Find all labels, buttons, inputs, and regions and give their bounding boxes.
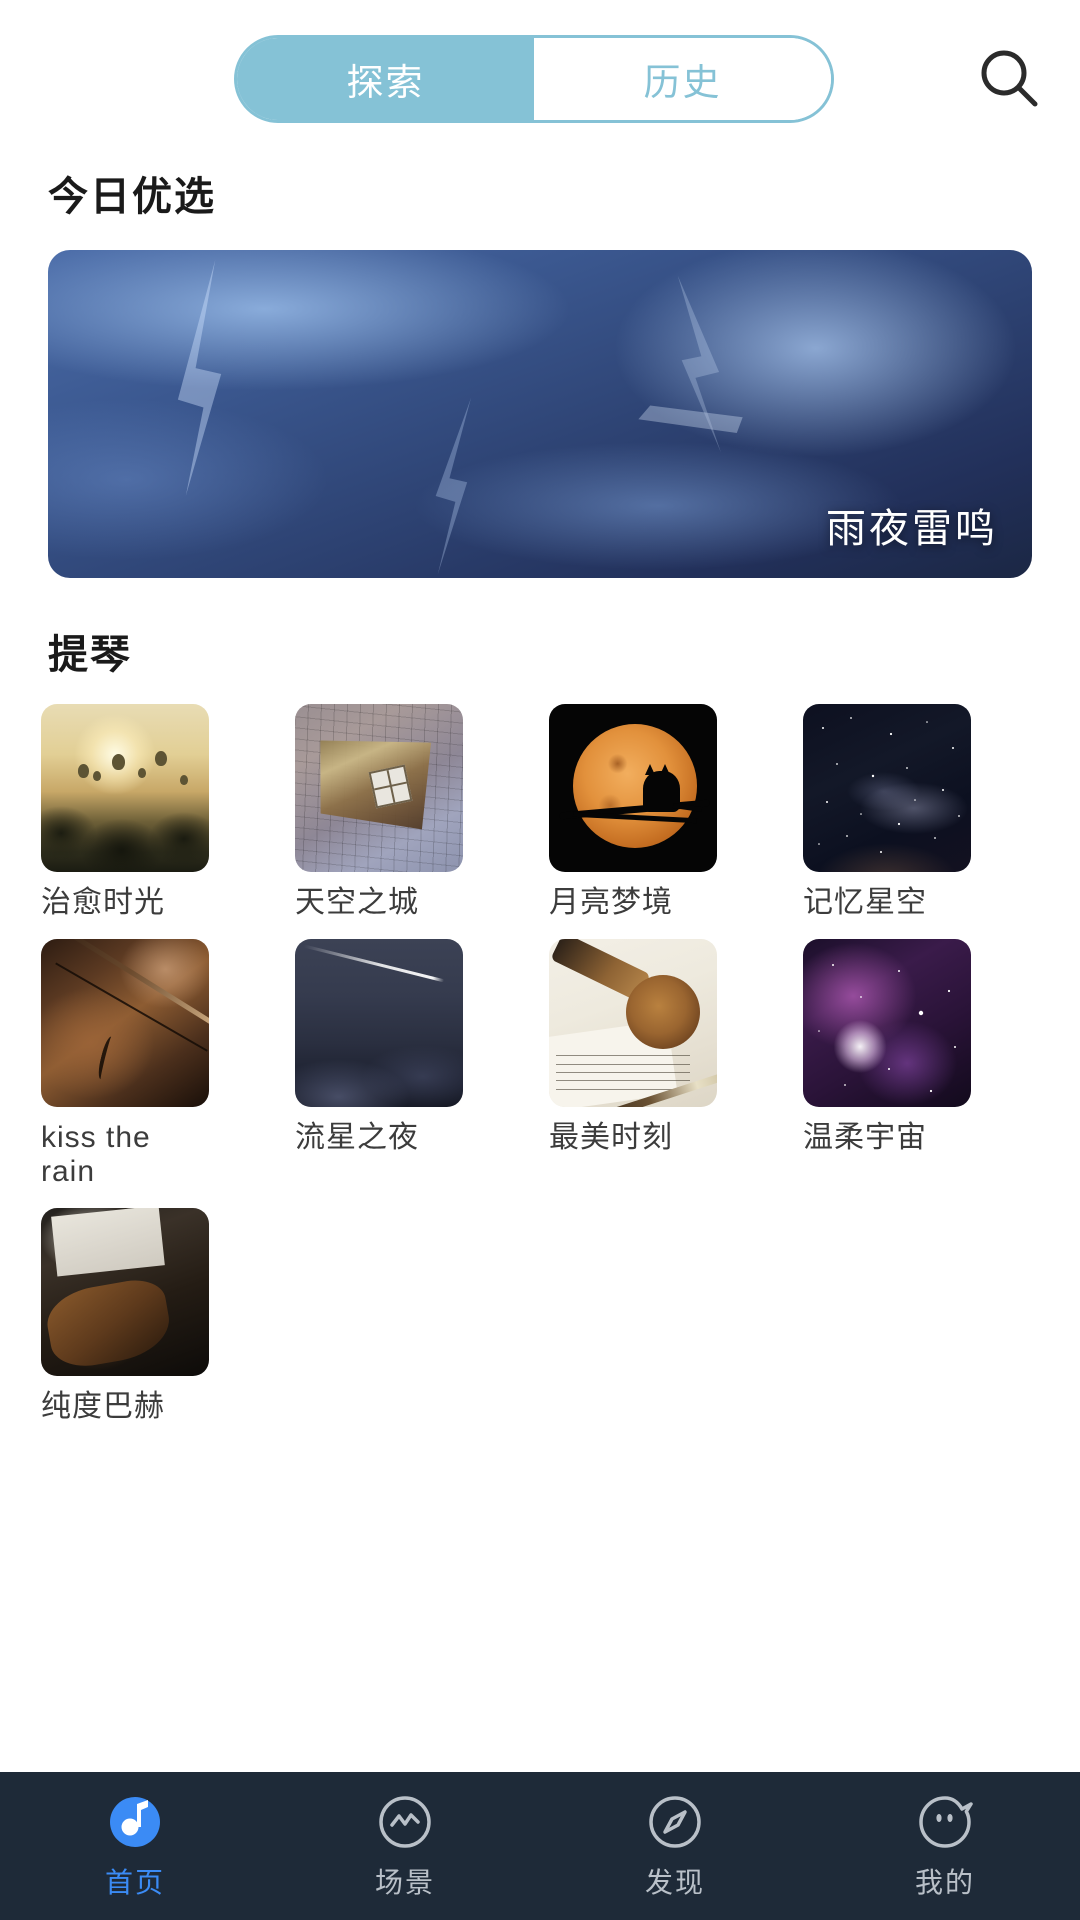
nav-item-scenes[interactable]: 场景: [270, 1791, 540, 1901]
grid-item[interactable]: 月亮梦境: [549, 704, 717, 921]
thumbnail-purple-nebula: [803, 938, 971, 1107]
nav-item-discover[interactable]: 发现: [540, 1791, 810, 1901]
grid-item-label: 月亮梦境: [549, 886, 673, 919]
grid-item[interactable]: 天空之城: [295, 704, 463, 921]
grid-item[interactable]: 纯度巴赫: [41, 1207, 209, 1425]
grid-item-label: 温柔宇宙: [803, 1120, 927, 1154]
grid-item-label: 纯度巴赫: [41, 1389, 165, 1423]
grid-item-label: 流星之夜: [295, 1120, 419, 1154]
grid-item-label: 记忆星空: [803, 886, 927, 919]
nav-item-profile[interactable]: 我的: [810, 1791, 1080, 1901]
nav-item-discover-label: 发现: [644, 1867, 705, 1898]
grid-item[interactable]: kiss the rain: [41, 938, 209, 1190]
grid-item[interactable]: 流星之夜: [295, 938, 463, 1190]
violin-grid: 治愈时光 天空之城 月亮梦境 记忆星空 kiss the rain 流星之夜 最…: [0, 680, 1080, 1424]
thumbnail-meteor-night: [295, 938, 463, 1107]
wave-circle-icon: [379, 1796, 431, 1848]
thumbnail-milky-way: [803, 704, 971, 872]
grid-item[interactable]: 记忆星空: [803, 704, 971, 921]
thumbnail-violin-scroll-sheet: [549, 938, 717, 1107]
thumbnail-sunrise-balloons: [41, 704, 209, 872]
compass-icon: [649, 1796, 701, 1848]
tab-explore[interactable]: 探索: [237, 38, 534, 120]
grid-item[interactable]: 温柔宇宙: [803, 938, 971, 1190]
nav-item-profile-label: 我的: [914, 1867, 975, 1898]
grid-item-label: kiss the rain: [41, 1120, 151, 1189]
search-button[interactable]: [968, 38, 1050, 120]
section-title-today: 今日优选: [48, 175, 216, 219]
stars-icon: [818, 717, 960, 853]
grid-item-label: 治愈时光: [41, 886, 165, 919]
thumbnail-violin-player: [41, 938, 209, 1107]
grid-item-label: 天空之城: [295, 886, 419, 919]
stars-icon: [818, 963, 956, 1092]
nav-item-home[interactable]: 首页: [0, 1791, 270, 1901]
thumbnail-violin-sheet-dark: [41, 1207, 209, 1376]
thumbnail-moon-cat: [549, 704, 717, 872]
grid-item-label: 最美时刻: [549, 1120, 673, 1154]
search-icon: [981, 50, 1038, 107]
tab-history[interactable]: 历史: [534, 38, 831, 120]
header: 探索 历史: [0, 0, 1080, 140]
nav-item-scenes-label: 场景: [374, 1867, 435, 1898]
nav-item-home-label: 首页: [104, 1867, 165, 1898]
bottom-navigation: 首页 场景 发现 我的: [0, 1772, 1080, 1920]
featured-banner-label: 雨夜雷鸣: [826, 507, 998, 551]
music-note-icon: [110, 1797, 160, 1847]
grid-item[interactable]: 最美时刻: [549, 938, 717, 1190]
profile-face-icon: [919, 1796, 973, 1848]
tab-history-label: 历史: [643, 62, 722, 103]
segmented-control[interactable]: 探索 历史: [234, 35, 834, 123]
featured-banner[interactable]: 雨夜雷鸣: [48, 250, 1032, 578]
section-title-violin: 提琴: [48, 633, 132, 677]
thumbnail-puddle-reflection: [295, 704, 463, 872]
tab-explore-label: 探索: [346, 62, 425, 103]
grid-item[interactable]: 治愈时光: [41, 704, 209, 921]
app-screen: 探索 历史 今日优选 雨夜雷鸣 提琴 治愈时光 天空之城 月亮梦境 记忆星空 k…: [0, 0, 1080, 1920]
